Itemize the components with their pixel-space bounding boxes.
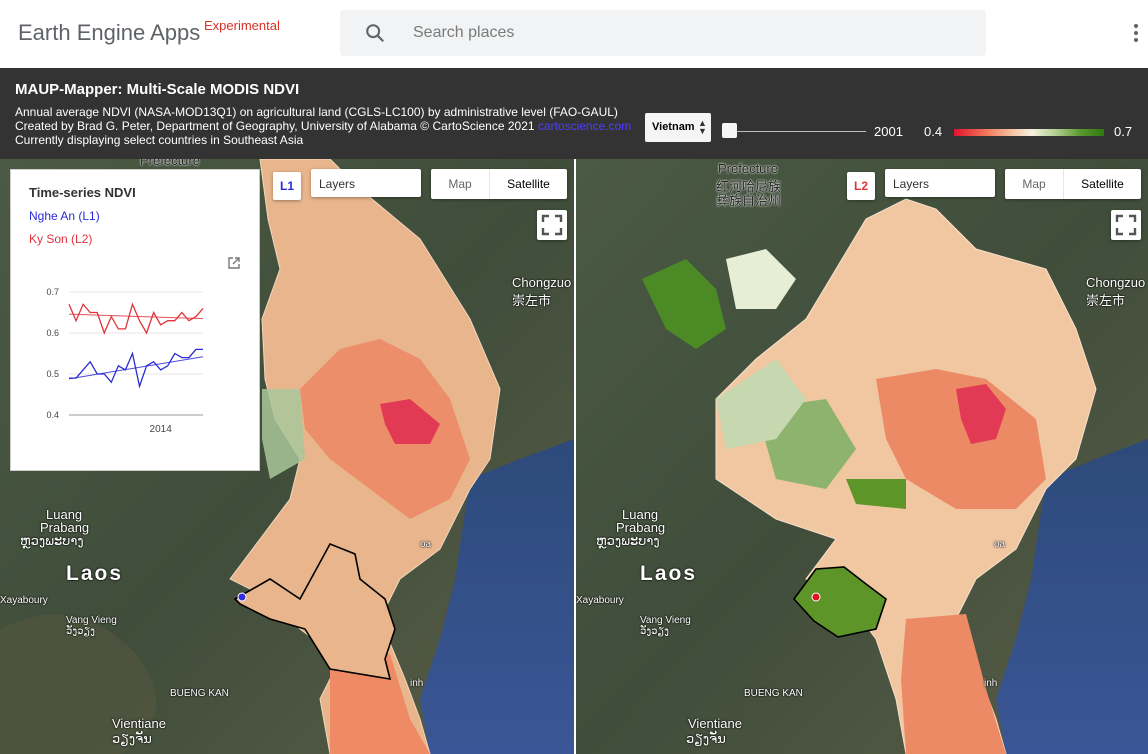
map-label-xayaboury: Xayaboury <box>576 595 624 606</box>
satellite-view-button[interactable]: Satellite <box>1064 169 1141 199</box>
map-label-luang-lao: ຫຼວງພະບາງ <box>20 533 84 548</box>
map-l1-tag: L1 <box>273 172 301 200</box>
panel-description: Annual average NDVI (NASA-MOD13Q1) on ag… <box>15 105 618 119</box>
open-in-new-icon[interactable] <box>227 256 241 270</box>
y-tick-label: 0.7 <box>46 287 59 297</box>
panel-region-note: Currently displaying select countries in… <box>15 133 304 147</box>
map-l2-imagery <box>576 159 1148 754</box>
search-input[interactable]: Search places <box>413 24 514 42</box>
map-l2-tag: L2 <box>847 172 875 200</box>
map-label-city-fragment: oa <box>994 539 1006 550</box>
y-tick-label: 0.4 <box>46 410 59 420</box>
year-slider-handle[interactable] <box>722 123 737 138</box>
layers-label: Layers <box>893 177 930 191</box>
layers-label: Layers <box>319 177 356 191</box>
time-series-card: Time-series NDVI Nghe An (L1) Ky Son (L2… <box>10 169 260 471</box>
map-label-chongzuo-cn: 崇左市 <box>512 293 552 308</box>
legend-color-bar <box>954 129 1104 136</box>
cartoscience-link[interactable]: cartoscience.com <box>538 119 631 133</box>
selected-point-marker[interactable] <box>811 592 821 602</box>
map-label-vinh-fragment: inh <box>984 678 998 689</box>
search-box[interactable]: Search places <box>340 10 986 56</box>
y-tick-label: 0.5 <box>46 369 59 379</box>
trend-line-1 <box>68 356 204 380</box>
series-line-2 <box>68 302 204 335</box>
map-label-prefecture: Prefecture <box>718 161 778 176</box>
map-label-yizu: 彝族自治州 <box>716 193 782 208</box>
country-select-value: Vietnam <box>652 121 695 133</box>
map-label-xayaboury: Xayaboury <box>0 595 48 606</box>
map-label-laos: Laos <box>66 562 124 585</box>
map-label-vientiane: Vientiane <box>688 716 742 731</box>
satellite-view-button[interactable]: Satellite <box>490 169 567 199</box>
map-type-control-l2: Map Satellite <box>1005 169 1141 199</box>
map-label-vientiane-lao: ວຽງຈັນ <box>686 731 726 746</box>
fullscreen-icon[interactable] <box>537 210 567 240</box>
map-label-vang-vieng-lao: ວັງວຽງ <box>640 626 669 637</box>
layers-dropdown-l1[interactable]: Layers <box>311 169 421 197</box>
map-label-laos: Laos <box>640 562 698 585</box>
y-tick-label: 0.6 <box>46 328 59 338</box>
map-label-vinh-fragment: inh <box>410 678 424 689</box>
info-panel: MAUP-Mapper: Multi-Scale MODIS NDVI Annu… <box>0 68 1148 159</box>
map-label-chongzuo: Chongzuo <box>1086 275 1146 290</box>
year-slider-track[interactable] <box>730 131 866 132</box>
map-view-button[interactable]: Map <box>431 169 490 199</box>
layers-dropdown-l2[interactable]: Layers <box>885 169 995 197</box>
legend-min: 0.4 <box>924 124 943 139</box>
more-vert-icon[interactable] <box>1130 22 1142 46</box>
map-label-vientiane: Vientiane <box>112 716 166 731</box>
app-title[interactable]: Earth Engine Apps <box>18 20 200 46</box>
year-value: 2001 <box>874 124 903 139</box>
map-label-vientiane-lao: ວຽງຈັນ <box>112 731 152 746</box>
trend-line-2 <box>68 313 204 320</box>
map-label-luang-lao: ຫຼວງພະບາງ <box>596 533 660 548</box>
experimental-tag: Experimental <box>204 18 280 33</box>
select-arrows-icon: ▲ ▼ <box>698 118 707 136</box>
time-series-chart: 0.7 0.6 0.5 0.4 2014 <box>46 287 204 435</box>
map-label-vang-vieng: Vang Vieng <box>640 615 691 626</box>
map-label-city-fragment: oa <box>420 539 432 550</box>
selected-point-marker[interactable] <box>237 592 247 602</box>
panel-title: MAUP-Mapper: Multi-Scale MODIS NDVI <box>15 81 300 98</box>
map-label-vang-vieng: Vang Vieng <box>66 615 117 626</box>
legend-series-l1: Nghe An (L1) <box>29 209 100 223</box>
map-label-bueng-kan: BUENG KAN <box>170 688 229 699</box>
fullscreen-icon[interactable] <box>1111 210 1141 240</box>
map-l1[interactable]: Prefecture Chongzuo 崇左市 Luang Prabang ຫຼ… <box>0 159 574 754</box>
map-label-chongzuo: Chongzuo <box>512 275 572 290</box>
map-view-button[interactable]: Map <box>1005 169 1064 199</box>
map-label-prefecture: Prefecture <box>140 159 200 168</box>
map-type-control-l1: Map Satellite <box>431 169 567 199</box>
legend-max: 0.7 <box>1114 124 1133 139</box>
map-label-chongzuo-cn: 崇左市 <box>1086 293 1126 308</box>
legend-series-l2: Ky Son (L2) <box>29 232 93 246</box>
country-select[interactable]: Vietnam ▲ ▼ <box>645 113 711 142</box>
map-l2[interactable]: Prefecture 红河哈尼族 彝族自治州 Chongzuo 崇左市 Luan… <box>576 159 1148 754</box>
map-label-bueng-kan: BUENG KAN <box>744 688 803 699</box>
credit-text: Created by Brad G. Peter, Department of … <box>15 119 535 133</box>
map-label-vang-vieng-lao: ວັງວຽງ <box>66 626 95 637</box>
chart-title: Time-series NDVI <box>29 185 136 200</box>
app-header: Earth Engine Apps Experimental Search pl… <box>0 0 1148 68</box>
x-tick-label: 2014 <box>150 424 173 435</box>
panel-credit: Created by Brad G. Peter, Department of … <box>15 119 631 133</box>
search-icon[interactable] <box>364 22 386 44</box>
